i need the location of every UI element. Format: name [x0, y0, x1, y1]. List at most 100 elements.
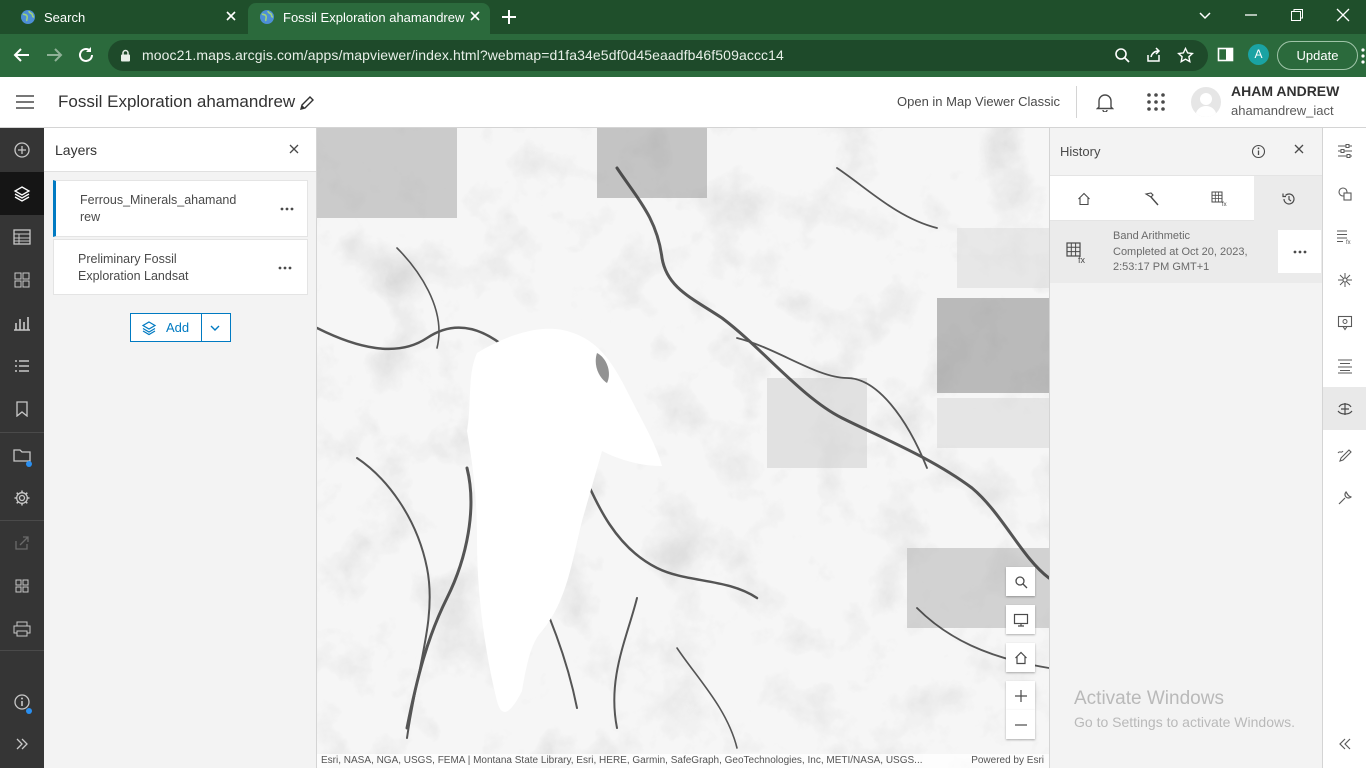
browser-tab-strip: Search Fossil Exploration ahamandrew	[0, 0, 1366, 34]
collapse-toolbar-button[interactable]	[1323, 722, 1366, 765]
whats-new-button[interactable]	[0, 680, 44, 723]
close-icon[interactable]	[289, 144, 299, 154]
tables-button[interactable]	[0, 215, 44, 258]
layers-add-icon	[141, 320, 157, 336]
forward-icon[interactable]	[45, 46, 63, 64]
satellite-imagery[interactable]	[317, 128, 1049, 768]
close-tab-icon[interactable]	[468, 9, 482, 23]
user-avatar[interactable]	[1191, 87, 1221, 117]
edit-pencil-icon[interactable]	[299, 95, 315, 111]
browser-tab-active[interactable]: Fossil Exploration ahamandrew	[248, 3, 490, 34]
presentation-button[interactable]	[1006, 605, 1035, 634]
layers-button[interactable]	[0, 172, 44, 215]
styles-button[interactable]	[1323, 172, 1366, 215]
map-properties-button[interactable]	[0, 433, 44, 476]
tab-search-chevron-icon[interactable]	[1197, 7, 1213, 23]
close-window-icon[interactable]	[1335, 7, 1351, 23]
legend-button[interactable]	[0, 344, 44, 387]
bar-chart-icon	[13, 315, 31, 331]
tab-analysis-tools[interactable]	[1118, 176, 1186, 221]
new-tab-icon[interactable]	[500, 8, 518, 26]
more-options-icon[interactable]	[278, 266, 292, 270]
history-item-detail: Completed at Oct 20, 2023, 2:53:17 PM GM…	[1113, 246, 1248, 273]
restore-icon[interactable]	[1289, 7, 1305, 23]
map-view[interactable]: Esri, NASA, NGA, USGS, FEMA | Montana St…	[317, 128, 1049, 768]
zoom-icon[interactable]	[1114, 47, 1131, 64]
double-chevron-left-icon	[1338, 738, 1352, 750]
share-icon	[14, 535, 30, 551]
address-bar[interactable]: mooc21.maps.arcgis.com/apps/mapviewer/in…	[108, 40, 1208, 71]
charts-button[interactable]	[0, 301, 44, 344]
url-text[interactable]: mooc21.maps.arcgis.com/apps/mapviewer/in…	[142, 47, 784, 63]
analysis-button[interactable]	[1323, 387, 1366, 430]
shapes-icon	[1337, 186, 1353, 202]
activate-windows-subtitle: Go to Settings to activate Windows.	[1074, 714, 1295, 730]
layer-item[interactable]: Preliminary Fossil Exploration Landsat	[53, 239, 308, 295]
layer-item[interactable]: Ferrous_Minerals_ahamandrew	[53, 180, 308, 237]
tab-analysis-home[interactable]	[1050, 176, 1118, 221]
effects-button[interactable]	[1323, 258, 1366, 301]
share-icon[interactable]	[1145, 47, 1162, 64]
info-icon[interactable]	[1251, 144, 1266, 159]
tab-label: Fossil Exploration ahamandrew	[283, 10, 465, 25]
properties-button[interactable]	[1323, 129, 1366, 172]
user-name[interactable]: AHAM ANDREW	[1231, 83, 1339, 99]
print-button[interactable]	[0, 607, 44, 650]
home-icon	[1014, 651, 1028, 665]
search-button[interactable]	[1006, 567, 1035, 596]
layer-name: Preliminary Fossil Exploration Landsat	[78, 252, 189, 283]
app-launcher-grid-icon[interactable]	[1146, 92, 1166, 112]
plus-circle-icon	[13, 141, 31, 159]
add-layer-dropdown-button[interactable]: Add	[130, 313, 231, 342]
hammer-icon	[1144, 191, 1160, 207]
profile-avatar[interactable]: A	[1248, 44, 1269, 65]
notifications-bell-icon[interactable]	[1096, 92, 1114, 112]
zoom-out-button[interactable]	[1006, 710, 1035, 739]
lock-icon[interactable]	[120, 49, 131, 62]
expand-toolbar-button[interactable]	[0, 722, 44, 765]
align-text-icon	[1337, 358, 1353, 374]
attribution-text[interactable]: Esri, NASA, NGA, USGS, FEMA | Montana St…	[321, 755, 923, 766]
update-button[interactable]: Update	[1277, 41, 1358, 70]
create-app-button[interactable]	[0, 564, 44, 607]
map-attribution[interactable]: Esri, NASA, NGA, USGS, FEMA | Montana St…	[317, 754, 1049, 768]
pop-ups-button[interactable]	[1323, 301, 1366, 344]
close-icon[interactable]	[1294, 144, 1304, 154]
minimize-icon[interactable]	[1243, 7, 1259, 23]
chevron-down-icon[interactable]	[209, 322, 221, 334]
menu-icon[interactable]	[16, 94, 34, 110]
add-layer-button[interactable]	[0, 128, 44, 171]
labels-button[interactable]	[1323, 344, 1366, 387]
default-extent-button[interactable]	[1006, 643, 1035, 672]
layers-panel: Layers Ferrous_Minerals_ahamandrew Preli…	[44, 128, 317, 768]
share-map-button[interactable]	[0, 521, 44, 564]
history-panel: History fx fx Band Arithmetic Completed …	[1049, 128, 1323, 768]
pen-squiggle-icon	[1337, 446, 1353, 462]
settings-button[interactable]	[0, 476, 44, 519]
tab-history[interactable]	[1254, 176, 1323, 221]
open-map-viewer-classic-link[interactable]: Open in Map Viewer Classic	[897, 94, 1060, 109]
history-panel-header: History	[1050, 128, 1323, 175]
side-panel-icon[interactable]	[1217, 46, 1234, 63]
history-item-more-button[interactable]	[1278, 230, 1321, 273]
close-tab-icon[interactable]	[224, 9, 238, 23]
notification-dot	[26, 461, 32, 467]
back-icon[interactable]	[13, 46, 31, 64]
powered-by-esri-link[interactable]: Powered by Esri	[971, 754, 1044, 768]
history-item[interactable]: fx Band Arithmetic Completed at Oct 20, …	[1050, 221, 1323, 283]
measurement-button[interactable]	[1323, 476, 1366, 519]
user-id[interactable]: ahamandrew_iact	[1231, 103, 1334, 118]
raster-functions-button[interactable]: fx	[1323, 215, 1366, 258]
bookmarks-button[interactable]	[0, 387, 44, 430]
more-options-icon[interactable]	[280, 207, 294, 211]
browser-tab-search[interactable]: Search	[0, 0, 246, 34]
zoom-in-button[interactable]	[1006, 681, 1035, 710]
browser-menu-icon[interactable]	[1361, 48, 1365, 64]
svg-text:fx: fx	[1078, 255, 1086, 264]
basemap-button[interactable]	[0, 258, 44, 301]
tab-raster-functions[interactable]: fx	[1186, 176, 1254, 221]
plus-icon	[1014, 689, 1028, 703]
sketch-button[interactable]	[1323, 432, 1366, 475]
bookmark-star-icon[interactable]	[1177, 47, 1194, 64]
reload-icon[interactable]	[77, 46, 95, 64]
